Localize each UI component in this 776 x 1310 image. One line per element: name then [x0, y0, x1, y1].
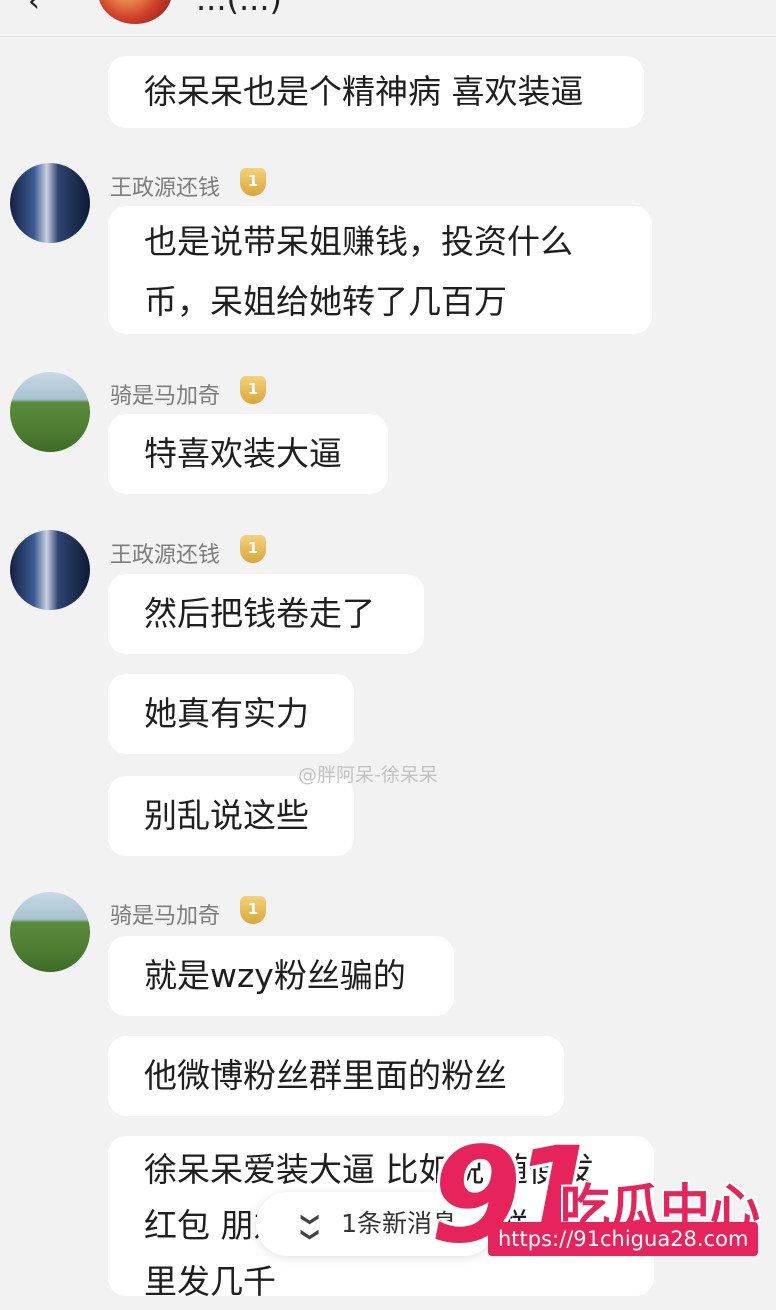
message-bubble[interactable]: 然后把钱卷走了 [108, 574, 424, 654]
avatar[interactable] [10, 163, 90, 243]
sender-name: 王政源还钱 [110, 176, 221, 201]
site-logo-url: https://91chigua28.com [488, 1222, 759, 1256]
message-text: 徐呆呆也是个精神病 喜欢装逼 [144, 72, 584, 111]
message-bubble[interactable]: 就是wzy粉丝骗的 [108, 936, 454, 1016]
message-text-line: 币，呆姐给她转了几百万 [144, 282, 507, 321]
member-badge-icon: 1 [240, 535, 266, 563]
avatar[interactable] [10, 372, 90, 452]
message-text-line: 也是说带呆姐赚钱，投资什么 [144, 222, 573, 261]
message-text: 特喜欢装大逼 [144, 434, 342, 473]
avatar[interactable] [10, 892, 90, 972]
message-bubble[interactable]: 他微博粉丝群里面的粉丝 [108, 1036, 564, 1116]
sender-name: 王政源还钱 [110, 543, 221, 568]
message-bubble[interactable]: 特喜欢装大逼 [108, 414, 388, 494]
chat-header: ‹ ...(...) [0, 0, 776, 37]
sender-name: 骑是马加奇 [110, 904, 221, 929]
avatar[interactable] [10, 530, 90, 610]
message-bubble[interactable]: 徐呆呆也是个精神病 喜欢装逼 [108, 56, 644, 128]
message-text: 她真有实力 [144, 694, 309, 733]
sender-name: 骑是马加奇 [110, 384, 221, 409]
member-badge-icon: 1 [240, 896, 266, 924]
double-chevron-down-icon: ❯❯ [300, 1211, 322, 1243]
message-text: 他微博粉丝群里面的粉丝 [144, 1056, 507, 1095]
back-icon[interactable]: ‹ [28, 0, 40, 19]
message-text: 就是wzy粉丝骗的 [144, 956, 406, 995]
member-badge-icon: 1 [240, 168, 266, 196]
member-badge-icon: 1 [240, 376, 266, 404]
message-text: 别乱说这些 [144, 796, 309, 835]
message-text: 然后把钱卷走了 [144, 594, 375, 633]
group-title: ...(...) [196, 0, 282, 18]
weibo-watermark: @胖阿呆-徐呆呆 [298, 764, 438, 786]
group-avatar[interactable] [98, 0, 172, 24]
message-bubble[interactable]: 她真有实力 [108, 674, 354, 754]
message-bubble[interactable]: 别乱说这些 [108, 776, 354, 856]
message-bubble[interactable]: 也是说带呆姐赚钱，投资什么 币，呆姐给她转了几百万 [108, 206, 652, 334]
